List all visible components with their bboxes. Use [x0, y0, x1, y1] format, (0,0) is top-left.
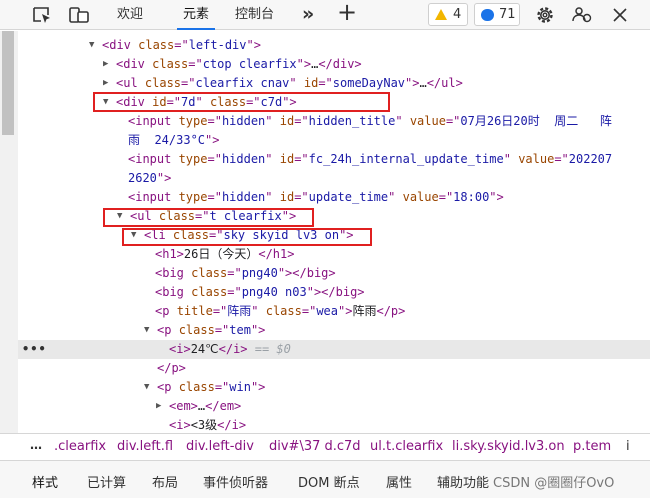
tab-accessibility[interactable]: 辅助功能: [437, 472, 489, 491]
dom-node-row[interactable]: <i><3级</i>: [18, 416, 650, 433]
more-tabs-icon[interactable]: »: [302, 3, 314, 25]
devtools-toolbar: 欢迎 元素 控制台 » + 4 71: [0, 0, 650, 30]
highlight-annotation-box: [122, 228, 372, 246]
breadcrumb-item[interactable]: p.tem: [573, 439, 611, 454]
highlight-annotation-box: [93, 92, 390, 112]
dom-node-markup: 2620">: [128, 171, 172, 185]
close-devtools-icon[interactable]: [608, 4, 632, 26]
dom-node-row[interactable]: </p>: [18, 359, 650, 378]
tab-layout[interactable]: 布局: [152, 472, 178, 491]
dom-node-row[interactable]: 2620">: [18, 169, 650, 188]
dom-node-markup: <ul class="clearfix cnav" id="someDayNav…: [116, 76, 463, 90]
tab-properties[interactable]: 属性: [386, 472, 412, 491]
breadcrumb-item[interactable]: ul.t.clearfix: [370, 439, 443, 454]
scrollbar-thumb[interactable]: [2, 31, 14, 135]
tab-styles[interactable]: 样式: [32, 472, 58, 491]
tab-console[interactable]: 控制台: [235, 0, 274, 30]
dom-node-markup: <i>24℃</i> == $0: [169, 342, 291, 356]
breadcrumb-item[interactable]: li.sky.skyid.lv3.on: [452, 439, 565, 454]
dom-node-markup: <big class="png40"></big>: [155, 266, 336, 280]
messages-count: 71: [499, 7, 516, 22]
dom-node-row[interactable]: 雨 24/33°C">: [18, 131, 650, 150]
dom-node-row[interactable]: ▼ <p class="win">: [18, 378, 650, 397]
connected-users-icon[interactable]: [570, 4, 594, 26]
tab-dom-breakpoints[interactable]: DOM 断点: [298, 472, 360, 491]
warning-icon: [435, 9, 447, 20]
expand-triangle-icon[interactable]: ▼: [144, 378, 154, 397]
dom-node-markup: <big class="png40 n03"></big>: [155, 285, 365, 299]
dom-node-markup: <input type="hidden" id="update_time" va…: [128, 190, 504, 204]
dom-node-markup: <p title="阵雨" class="wea">阵雨</p>: [155, 304, 406, 318]
tab-elements[interactable]: 元素: [176, 0, 216, 30]
dom-node-row[interactable]: <input type="hidden" id="hidden_title" v…: [18, 112, 650, 131]
collapse-triangle-icon[interactable]: ▶: [103, 74, 113, 93]
dom-node-row[interactable]: ▶ <ul class="clearfix cnav" id="someDayNa…: [18, 74, 650, 93]
breadcrumb-overflow-icon[interactable]: …: [30, 438, 42, 452]
node-actions-icon[interactable]: •••: [22, 340, 47, 359]
dom-node-row[interactable]: <input type="hidden" id="fc_24h_internal…: [18, 150, 650, 169]
watermark: CSDN @圈圈仔OvO: [493, 476, 615, 491]
dom-node-row[interactable]: ▶ <div class="ctop clearfix">…</div>: [18, 55, 650, 74]
dom-node-markup: <p class="win">: [157, 380, 266, 394]
inspect-element-icon[interactable]: [30, 4, 54, 26]
tab-event-listeners[interactable]: 事件侦听器: [203, 472, 268, 491]
device-toolbar-icon[interactable]: [67, 4, 91, 26]
dom-node-row[interactable]: <big class="png40"></big>: [18, 264, 650, 283]
breadcrumb-item[interactable]: i: [626, 439, 630, 454]
collapse-triangle-icon[interactable]: ▶: [156, 397, 166, 416]
tab-computed[interactable]: 已计算: [87, 472, 126, 491]
dom-node-markup: </p>: [157, 361, 186, 375]
collapse-triangle-icon[interactable]: ▶: [103, 55, 113, 74]
dom-node-markup: <i><3级</i>: [169, 418, 247, 432]
dom-tree: ▼ <div class="left-div"> ▶ <div class="ctop…: [18, 31, 650, 433]
dom-node-markup: <input type="hidden" id="hidden_title" v…: [128, 114, 612, 128]
breadcrumb-item[interactable]: div.left.fl: [117, 439, 173, 454]
breadcrumb-item[interactable]: .clearfix: [54, 439, 106, 454]
dom-node-row[interactable]: <p title="阵雨" class="wea">阵雨</p>: [18, 302, 650, 321]
styles-pane-tabs: 样式 已计算 布局 事件侦听器 DOM 断点 属性 辅助功能 CSDN @圈圈仔…: [0, 461, 650, 498]
expand-triangle-icon[interactable]: ▼: [144, 321, 154, 340]
dom-node-markup: <p class="tem">: [157, 323, 266, 337]
warnings-badge[interactable]: 4: [428, 3, 468, 26]
dom-node-row[interactable]: <h1>26日（今天）</h1>: [18, 245, 650, 264]
dom-node-row[interactable]: <input type="hidden" id="update_time" va…: [18, 188, 650, 207]
vertical-scrollbar[interactable]: [0, 31, 18, 433]
dom-node-markup: <div class="left-div">: [102, 38, 261, 52]
settings-gear-icon[interactable]: [533, 4, 557, 26]
dom-node-row[interactable]: ▼ <p class="tem">: [18, 321, 650, 340]
dom-node-row[interactable]: ▶ <em>…</em>: [18, 397, 650, 416]
expand-triangle-icon[interactable]: ▼: [89, 36, 99, 55]
dom-node-markup: <div class="ctop clearfix">…</div>: [116, 57, 362, 71]
breadcrumb-item[interactable]: div#\37 d.c7d: [269, 439, 361, 454]
dom-node-markup: <input type="hidden" id="fc_24h_internal…: [128, 152, 613, 166]
dom-node-row[interactable]: ••• <i>24℃</i> == $0: [18, 340, 650, 359]
dom-node-row[interactable]: <big class="png40 n03"></big>: [18, 283, 650, 302]
message-icon: [481, 9, 494, 21]
tab-welcome[interactable]: 欢迎: [117, 0, 143, 30]
dom-node-markup: <em>…</em>: [169, 399, 242, 413]
dom-node-markup: 雨 24/33°C">: [128, 133, 220, 147]
dom-node-markup: <h1>26日（今天）</h1>: [155, 247, 295, 261]
messages-badge[interactable]: 71: [474, 3, 520, 26]
dom-node-row[interactable]: ▼ <div class="left-div">: [18, 36, 650, 55]
warnings-count: 4: [453, 7, 462, 22]
highlight-annotation-box: [103, 208, 314, 227]
breadcrumb: … .clearfix div.left.fl div.left-div div…: [0, 433, 650, 461]
add-tab-icon[interactable]: +: [337, 0, 357, 26]
breadcrumb-item[interactable]: div.left-div: [186, 439, 254, 454]
